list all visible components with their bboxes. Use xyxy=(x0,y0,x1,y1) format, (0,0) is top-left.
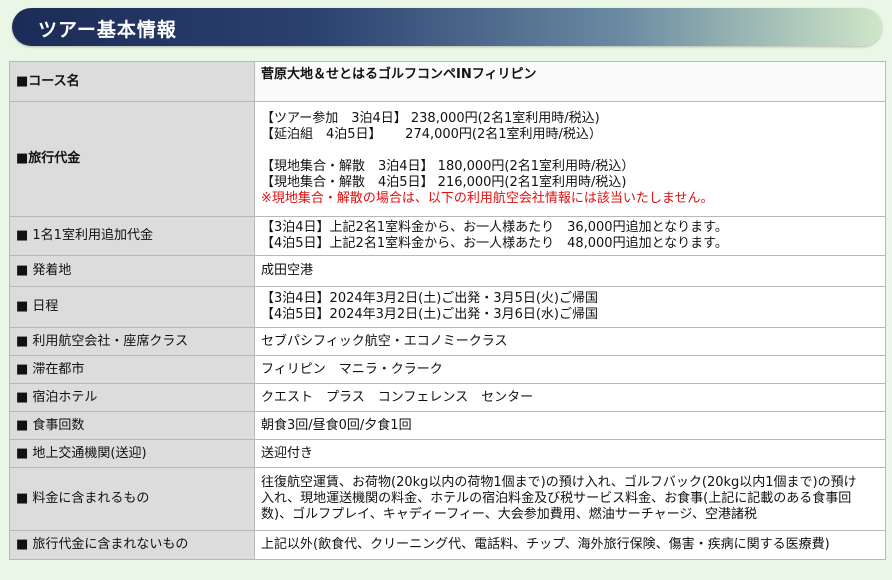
row-excluded: ■ 旅行代金に含まれないもの 上記以外(飲食代、クリーニング代、電話料、チップ、… xyxy=(9,530,886,560)
row-single-supplement: ■ 1名1室利用追加代金 【3泊4日】上記2名1室料金から、お一人様あたり 36… xyxy=(9,216,886,256)
supplement-line: 【4泊5日】上記2名1室料金から、お一人様あたり 48,000円追加となります。 xyxy=(261,236,728,251)
row-city: ■ 滞在都市 フィリピン マニラ・クラーク xyxy=(9,355,886,384)
row-meals: ■ 食事回数 朝食3回/昼食0回/夕食1回 xyxy=(9,411,886,440)
value-city: フィリピン マニラ・クラーク xyxy=(254,355,886,384)
schedule-line: 【4泊5日】2024年3月2日(土)ご出発・3月6日(水)ご帰国 xyxy=(261,307,598,322)
row-included: ■ 料金に含まれるもの 往復航空運賃、お荷物(20kg以内の荷物1個まで)の預け… xyxy=(9,467,886,531)
price-line: 【現地集合・解散 3泊4日】 180,000円(2名1室利用時/税込） xyxy=(261,159,635,174)
label-price: ■旅行代金 xyxy=(9,101,255,217)
value-meals: 朝食3回/昼食0回/夕食1回 xyxy=(254,411,886,440)
value-course: 菅原大地＆せとはるゴルフコンペINフィリピン xyxy=(254,61,886,102)
value-excluded: 上記以外(飲食代、クリーニング代、電話料、チップ、海外旅行保険、傷害・疾病に関す… xyxy=(254,530,886,560)
price-line: 【ツアー参加 3泊4日】 238,000円(2名1室利用時/税込) xyxy=(261,111,600,126)
label-included: ■ 料金に含まれるもの xyxy=(9,467,255,531)
included-line: 数)、ゴルフプレイ、キャディーフィー、大会参加費用、燃油サーチャージ、空港諸税 xyxy=(261,507,757,522)
row-airline: ■ 利用航空会社・座席クラス セブパシフィック航空・エコノミークラス xyxy=(9,327,886,356)
label-course: ■コース名 xyxy=(9,61,255,102)
value-hotel: クエスト プラス コンフェレンス センター xyxy=(254,383,886,412)
row-transport: ■ 地上交通機関(送迎) 送迎付き xyxy=(9,439,886,468)
label-city: ■ 滞在都市 xyxy=(9,355,255,384)
value-transport: 送迎付き xyxy=(254,439,886,468)
value-included: 往復航空運賃、お荷物(20kg以内の荷物1個まで)の預け入れ、ゴルフバック(20… xyxy=(254,467,886,531)
row-departure: ■ 発着地 成田空港 xyxy=(9,255,886,287)
row-schedule: ■ 日程 【3泊4日】2024年3月2日(土)ご出発・3月5日(火)ご帰国 【4… xyxy=(9,286,886,328)
row-price: ■旅行代金 【ツアー参加 3泊4日】 238,000円(2名1室利用時/税込) … xyxy=(9,101,886,217)
tour-info-table: ■コース名 菅原大地＆せとはるゴルフコンペINフィリピン ■旅行代金 【ツアー参… xyxy=(9,61,886,560)
row-course: ■コース名 菅原大地＆せとはるゴルフコンペINフィリピン xyxy=(9,61,886,102)
label-transport: ■ 地上交通機関(送迎) xyxy=(9,439,255,468)
value-price: 【ツアー参加 3泊4日】 238,000円(2名1室利用時/税込) 【延泊組 4… xyxy=(254,101,886,217)
included-line: 往復航空運賃、お荷物(20kg以内の荷物1個まで)の預け入れ、ゴルフバック(20… xyxy=(261,475,857,490)
tour-info-section: ツアー基本情報 ■コース名 菅原大地＆せとはるゴルフコンペINフィリピン ■旅行… xyxy=(0,0,892,580)
schedule-line: 【3泊4日】2024年3月2日(土)ご出発・3月5日(火)ご帰国 xyxy=(261,291,598,306)
label-schedule: ■ 日程 xyxy=(9,286,255,328)
value-departure: 成田空港 xyxy=(254,255,886,287)
supplement-line: 【3泊4日】上記2名1室料金から、お一人様あたり 36,000円追加となります。 xyxy=(261,220,728,235)
price-note: ※現地集合・解散の場合は、以下の利用航空会社情報には該当いたしません。 xyxy=(261,191,714,206)
value-single-supplement: 【3泊4日】上記2名1室料金から、お一人様あたり 36,000円追加となります。… xyxy=(254,216,886,256)
price-line: 【延泊組 4泊5日】 274,000円(2名1室利用時/税込） xyxy=(261,127,602,142)
label-departure: ■ 発着地 xyxy=(9,255,255,287)
value-schedule: 【3泊4日】2024年3月2日(土)ご出発・3月5日(火)ご帰国 【4泊5日】2… xyxy=(254,286,886,328)
label-meals: ■ 食事回数 xyxy=(9,411,255,440)
price-line: 【現地集合・解散 4泊5日】 216,000円(2名1室利用時/税込) xyxy=(261,175,627,190)
section-header-bar: ツアー基本情報 xyxy=(12,8,882,46)
section-title: ツアー基本情報 xyxy=(38,19,177,41)
label-single-supplement: ■ 1名1室利用追加代金 xyxy=(9,216,255,256)
label-excluded: ■ 旅行代金に含まれないもの xyxy=(9,530,255,560)
label-airline: ■ 利用航空会社・座席クラス xyxy=(9,327,255,356)
value-airline: セブパシフィック航空・エコノミークラス xyxy=(254,327,886,356)
included-line: 入れ、現地運送機関の料金、ホテルの宿泊料金及び税サービス料金、お食事(上記に記載… xyxy=(261,491,852,506)
row-hotel: ■ 宿泊ホテル クエスト プラス コンフェレンス センター xyxy=(9,383,886,412)
label-hotel: ■ 宿泊ホテル xyxy=(9,383,255,412)
